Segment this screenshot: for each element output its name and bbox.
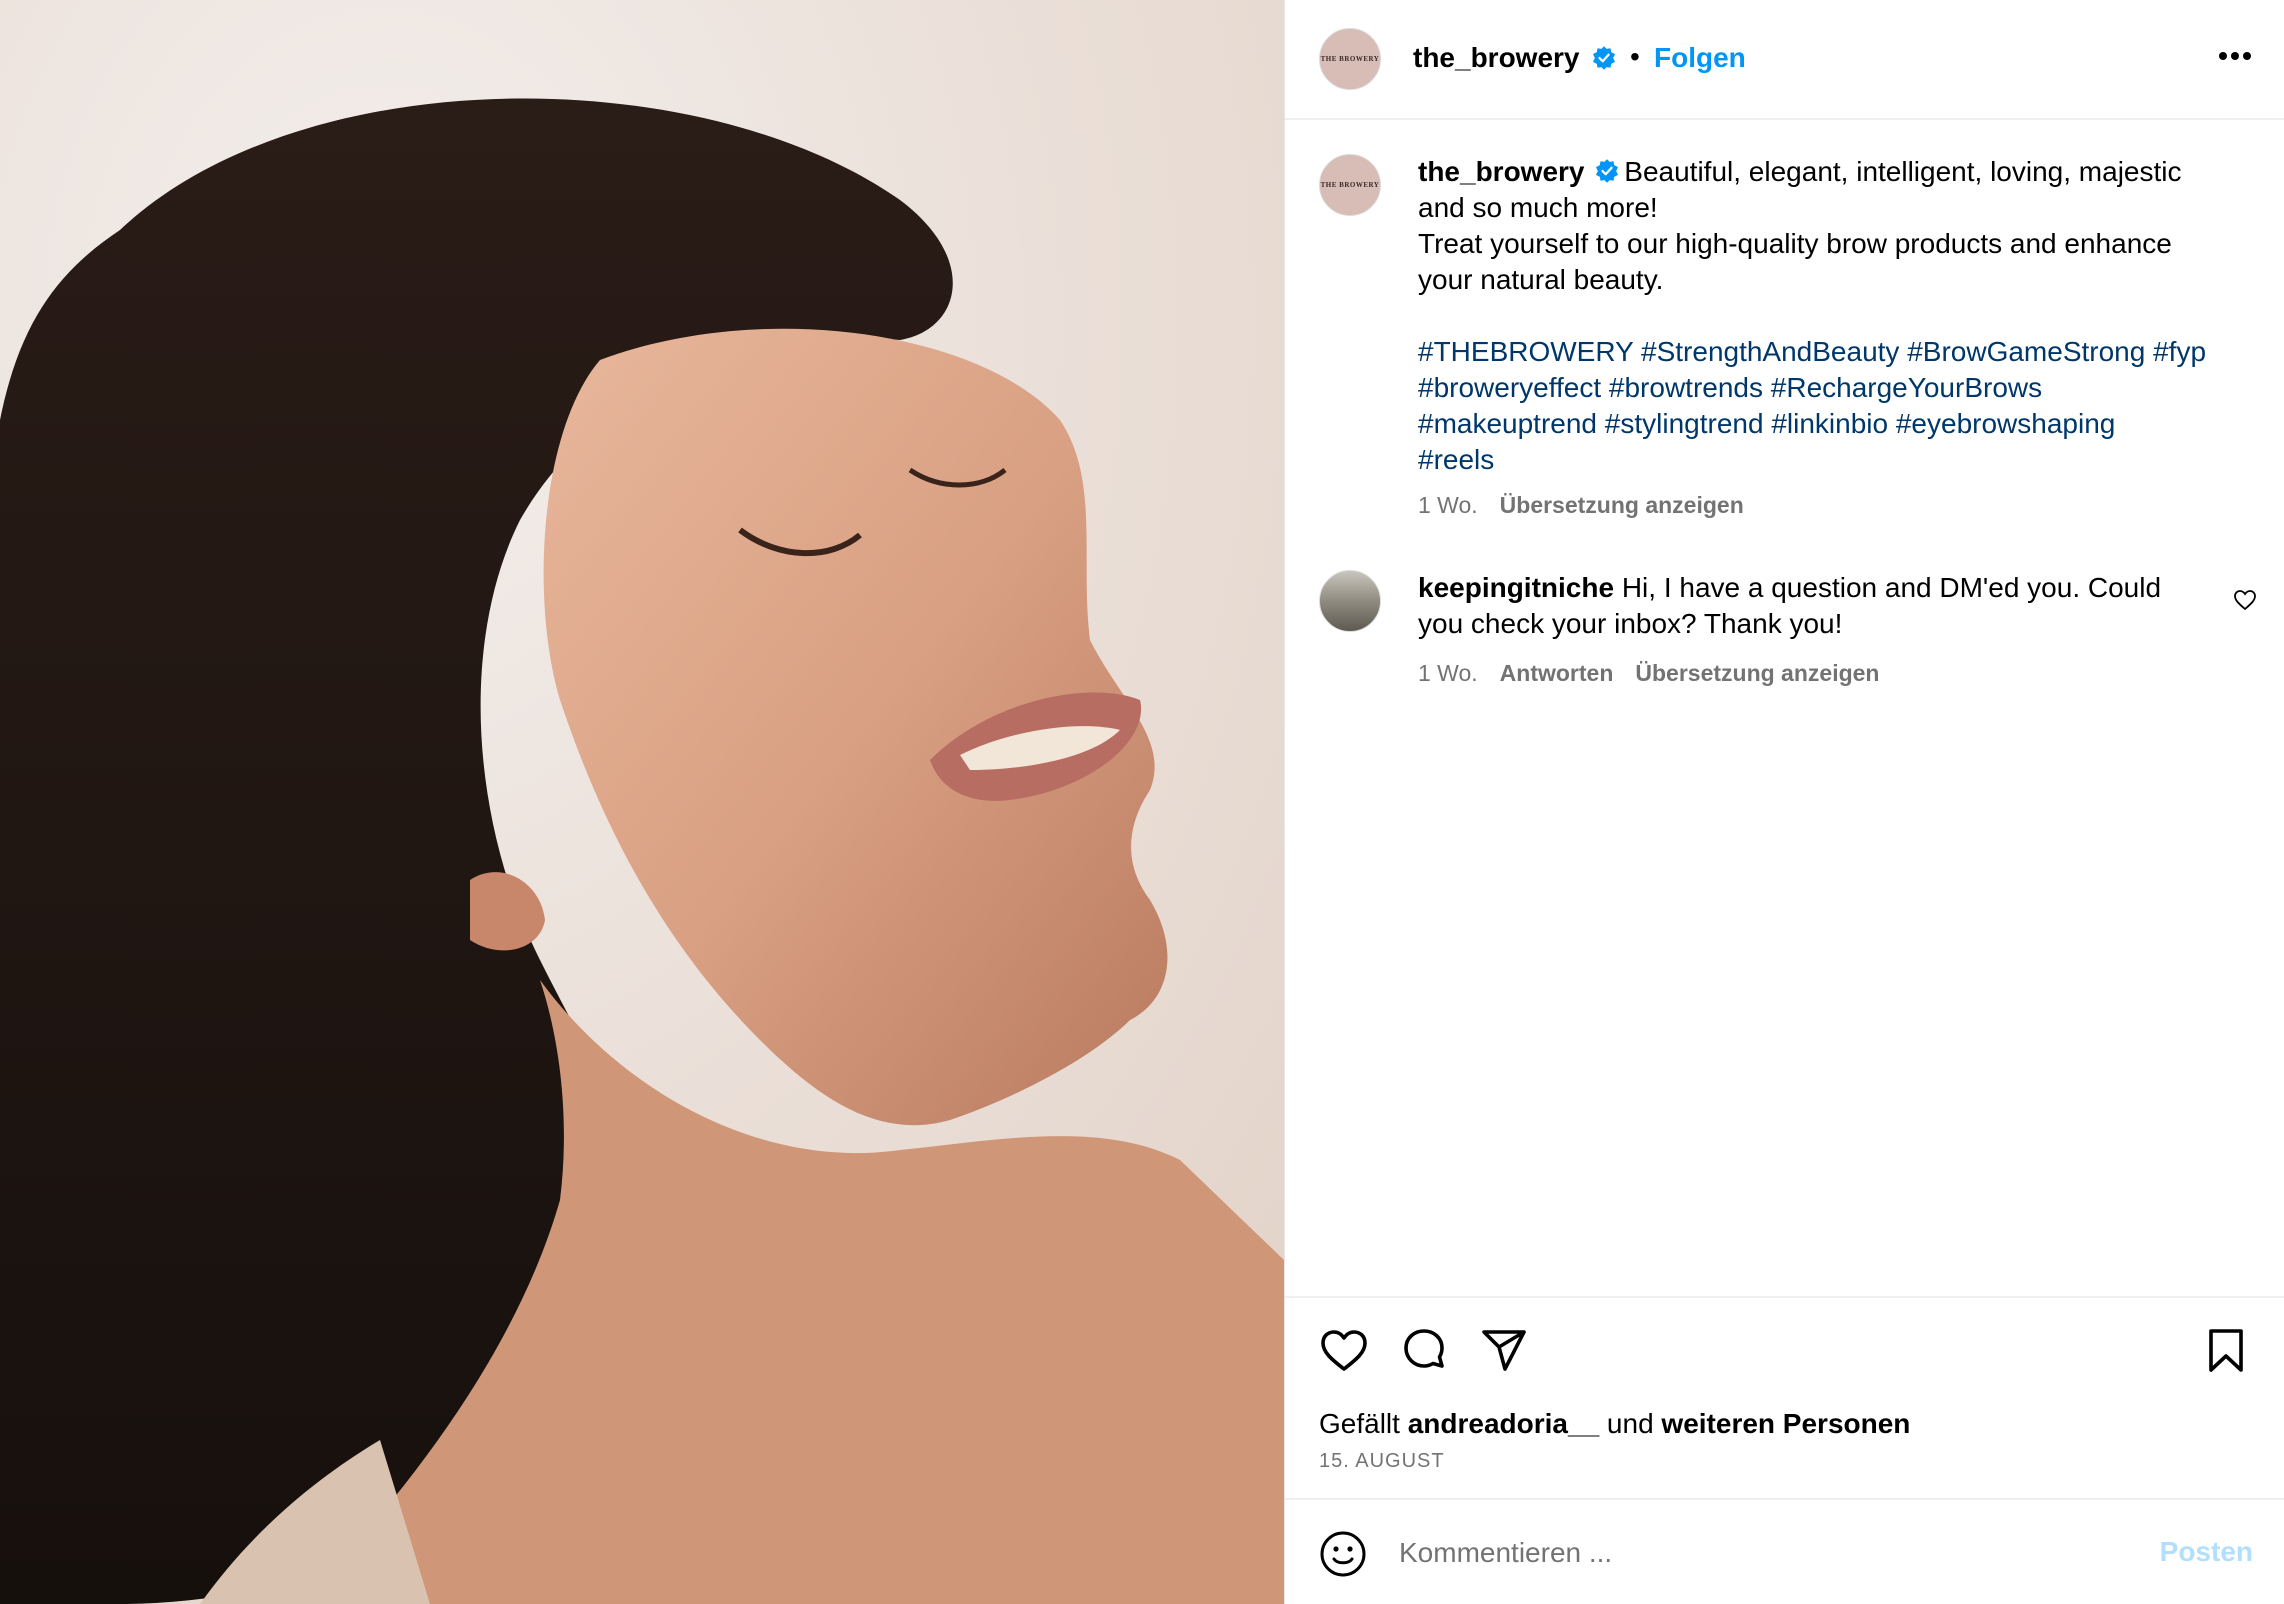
caption-avatar-logo-text: THE BROWERY [1320, 181, 1380, 189]
post-comment-button[interactable]: Posten [2160, 1536, 2253, 1568]
comment-text-line-1: Hi, I have a question and DM'ed you. Cou… [1621, 572, 2162, 603]
likes-prefix: Gefällt [1319, 1408, 1400, 1439]
more-options-icon[interactable] [2215, 36, 2255, 76]
caption-meta: 1 Wo. Übersetzung anzeigen [1418, 492, 1744, 519]
comment-icon[interactable] [1399, 1326, 1449, 1376]
verified-badge-icon [1596, 159, 1619, 183]
caption-line-1: the_browery Beautiful, elegant, intellig… [1418, 154, 2218, 190]
caption-text-line-3: Treat yourself to our high-quality brow … [1418, 228, 2172, 259]
portrait-illustration [0, 0, 1284, 1604]
share-icon[interactable] [1479, 1326, 1529, 1376]
bookmark-icon[interactable] [2201, 1326, 2251, 1376]
emoji-icon[interactable] [1319, 1530, 1367, 1578]
follow-button[interactable]: Folgen [1654, 42, 1746, 74]
caption-avatar[interactable]: THE BROWERY [1319, 154, 1381, 216]
comment-time[interactable]: 1 Wo. [1418, 660, 1478, 686]
comment-line-1: keepingitniche Hi, I have a question and… [1418, 570, 2218, 606]
caption-translate-link[interactable]: Übersetzung anzeigen [1500, 492, 1744, 518]
comment-meta: 1 Wo. Antworten Übersetzung anzeigen [1418, 660, 1879, 687]
caption-time[interactable]: 1 Wo. [1418, 492, 1478, 518]
post-detail-panel: THE BROWERY the_browery • Folgen THE BRO… [1284, 0, 2284, 1604]
hashtags-line-2[interactable]: #broweryeffect #browtrends #RechargeYour… [1418, 370, 2218, 406]
verified-badge-icon [1592, 46, 1616, 70]
commenter-avatar[interactable] [1319, 570, 1381, 632]
header-separator: • [1630, 41, 1640, 72]
likes-summary: Gefällt andreadoria__ und weiteren Perso… [1319, 1408, 1910, 1440]
hashtags-line-4[interactable]: #reels [1418, 442, 2218, 478]
likes-middle: und [1606, 1408, 1654, 1439]
comment-text: keepingitniche Hi, I have a question and… [1418, 570, 2218, 642]
comment-text-line-2: you check your inbox? Thank you! [1418, 608, 1843, 639]
avatar-logo-text: THE BROWERY [1320, 55, 1380, 63]
account-avatar[interactable]: THE BROWERY [1319, 28, 1381, 90]
comment-input[interactable] [1397, 1530, 2101, 1576]
likes-user[interactable]: andreadoria__ [1408, 1408, 1599, 1439]
caption-text-line-1: Beautiful, elegant, intelligent, loving,… [1624, 156, 2182, 187]
caption-text-line-4: your natural beauty. [1418, 264, 1664, 295]
caption-text: the_browery Beautiful, elegant, intellig… [1418, 154, 2218, 478]
caption-username[interactable]: the_browery [1418, 156, 1585, 187]
likes-others[interactable]: weiteren Personen [1661, 1408, 1910, 1439]
post-header: THE BROWERY the_browery • Folgen [1285, 0, 2284, 120]
comment-translate-link[interactable]: Übersetzung anzeigen [1635, 660, 1879, 686]
comment-like-heart-icon[interactable] [2233, 588, 2257, 612]
header-username[interactable]: the_browery [1413, 42, 1580, 74]
heart-icon[interactable] [1319, 1326, 1369, 1376]
caption-text-line-2: and so much more! [1418, 192, 1658, 223]
comment-reply-link[interactable]: Antworten [1500, 660, 1614, 686]
hashtags-line-1[interactable]: #THEBROWERY #StrengthAndBeauty #BrowGame… [1418, 334, 2218, 370]
hashtags-line-3[interactable]: #makeuptrend #stylingtrend #linkinbio #e… [1418, 406, 2218, 442]
post-date[interactable]: 15. AUGUST [1319, 1450, 1445, 1473]
post-photo[interactable] [0, 0, 1284, 1604]
comment-username[interactable]: keepingitniche [1418, 572, 1614, 603]
action-bar [1285, 1296, 2284, 1298]
comment-bar: Posten [1285, 1498, 2284, 1604]
